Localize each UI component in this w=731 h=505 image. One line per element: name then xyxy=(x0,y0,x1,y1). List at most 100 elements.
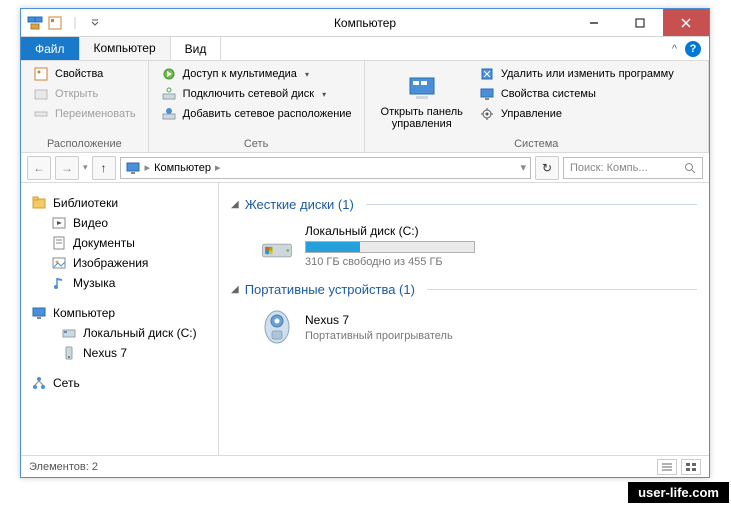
system-properties-button[interactable]: Свойства системы xyxy=(477,85,698,103)
tree-nexus7[interactable]: Nexus 7 xyxy=(27,343,212,363)
manage-label: Управление xyxy=(501,108,562,120)
collapse-ribbon-icon[interactable]: ^ xyxy=(672,43,677,55)
properties-icon[interactable] xyxy=(47,15,63,31)
dropdown-icon: ▾ xyxy=(305,70,309,79)
group-portable-header[interactable]: ◢ Портативные устройства (1) xyxy=(231,282,697,297)
computer-icon xyxy=(125,160,141,176)
view-large-icons-button[interactable] xyxy=(681,459,701,475)
uninstall-label: Удалить или изменить программу xyxy=(501,68,674,80)
control-panel-label-2: управления xyxy=(392,118,452,130)
tree-libraries[interactable]: Библиотеки xyxy=(27,193,212,213)
collapse-icon: ◢ xyxy=(231,284,239,295)
computer-icon xyxy=(27,15,43,31)
tree-music[interactable]: Музыка xyxy=(27,273,212,293)
search-icon xyxy=(684,162,696,174)
quick-access-toolbar xyxy=(21,15,109,31)
ribbon: Свойства Открыть Переименовать Расположе… xyxy=(21,61,709,153)
tab-computer[interactable]: Компьютер xyxy=(80,37,171,60)
status-bar: Элементов: 2 xyxy=(21,455,709,477)
history-dropdown-icon[interactable]: ▾ xyxy=(83,162,88,173)
group-portable-title: Портативные устройства (1) xyxy=(245,282,415,297)
body: Библиотеки Видео Документы Изображения М… xyxy=(21,183,709,455)
chevron-right-icon[interactable]: ▸ xyxy=(215,161,221,174)
drive-icon xyxy=(259,228,295,264)
tree-computer-label: Компьютер xyxy=(53,306,115,320)
help-icon[interactable]: ? xyxy=(685,41,701,57)
watermark: user-life.com xyxy=(628,482,729,503)
drive-capacity-bar xyxy=(305,241,475,253)
ribbon-tabs: Файл Компьютер Вид ^ ? xyxy=(21,37,709,61)
tree-localdisk-label: Локальный диск (C:) xyxy=(83,326,197,340)
tree-documents[interactable]: Документы xyxy=(27,233,212,253)
map-drive-label: Подключить сетевой диск xyxy=(183,88,314,100)
window-controls xyxy=(571,9,709,36)
device-name: Nexus 7 xyxy=(305,313,453,327)
tree-videos-label: Видео xyxy=(73,216,108,230)
view-details-button[interactable] xyxy=(657,459,677,475)
drive-free-text: 310 ГБ свободно из 455 ГБ xyxy=(305,256,475,268)
title-bar: Компьютер xyxy=(21,9,709,37)
open-button[interactable]: Открыть xyxy=(31,85,138,103)
address-dropdown-icon[interactable]: ▾ xyxy=(520,161,526,174)
nav-bar: ← → ▾ ↑ ▸ Компьютер ▸ ▾ ↻ Поиск: Компь..… xyxy=(21,153,709,183)
tree-pictures[interactable]: Изображения xyxy=(27,253,212,273)
rename-button[interactable]: Переименовать xyxy=(31,105,138,123)
tree-localdisk[interactable]: Локальный диск (C:) xyxy=(27,323,212,343)
refresh-button[interactable]: ↻ xyxy=(535,156,559,180)
tree-libraries-label: Библиотеки xyxy=(53,196,118,210)
back-button[interactable]: ← xyxy=(27,156,51,180)
media-access-label: Доступ к мультимедиа xyxy=(183,68,297,80)
collapse-icon: ◢ xyxy=(231,199,239,210)
open-label: Открыть xyxy=(55,88,98,100)
up-button[interactable]: ↑ xyxy=(92,156,116,180)
content-pane: ◢ Жесткие диски (1) Локальный диск (C:) … xyxy=(219,183,709,455)
close-button[interactable] xyxy=(663,9,709,36)
group-hdd-title: Жесткие диски (1) xyxy=(245,197,354,212)
media-access-button[interactable]: Доступ к мультимедиа ▾ xyxy=(159,65,354,83)
ribbon-group-system-label: Система xyxy=(375,136,698,150)
tree-computer[interactable]: Компьютер xyxy=(27,303,212,323)
control-panel-button[interactable]: Открыть панельуправления xyxy=(375,65,469,136)
uninstall-button[interactable]: Удалить или изменить программу xyxy=(477,65,698,83)
explorer-window: Компьютер Файл Компьютер Вид ^ ? xyxy=(20,8,710,478)
ribbon-group-system: Открыть панельуправления Удалить или изм… xyxy=(365,61,709,152)
drive-item[interactable]: Локальный диск (C:) 310 ГБ свободно из 4… xyxy=(231,220,697,276)
dropdown-icon: ▾ xyxy=(322,90,326,99)
system-properties-label: Свойства системы xyxy=(501,88,596,100)
properties-button[interactable]: Свойства xyxy=(31,65,138,83)
tree-nexus7-label: Nexus 7 xyxy=(83,346,127,360)
ribbon-group-network-label: Сеть xyxy=(159,136,354,150)
tree-music-label: Музыка xyxy=(73,276,115,290)
device-item[interactable]: Nexus 7 Портативный проигрыватель xyxy=(231,305,697,353)
maximize-button[interactable] xyxy=(617,9,663,36)
status-item-count: Элементов: 2 xyxy=(29,461,98,473)
tree-documents-label: Документы xyxy=(73,236,135,250)
tree-videos[interactable]: Видео xyxy=(27,213,212,233)
ribbon-group-network: Доступ к мультимедиа ▾ Подключить сетево… xyxy=(149,61,365,152)
ribbon-group-location-label: Расположение xyxy=(31,136,138,150)
manage-button[interactable]: Управление xyxy=(477,105,698,123)
navigation-pane: Библиотеки Видео Документы Изображения М… xyxy=(21,183,219,455)
rename-label: Переименовать xyxy=(55,108,136,120)
forward-button[interactable]: → xyxy=(55,156,79,180)
address-bar[interactable]: ▸ Компьютер ▸ ▾ xyxy=(120,157,531,179)
tab-file[interactable]: Файл xyxy=(21,37,80,60)
search-input[interactable]: Поиск: Компь... xyxy=(563,157,703,179)
separator-icon xyxy=(67,15,83,31)
add-location-label: Добавить сетевое расположение xyxy=(183,108,352,120)
tree-pictures-label: Изображения xyxy=(73,256,148,270)
tab-view[interactable]: Вид xyxy=(171,37,222,60)
qat-dropdown-icon[interactable] xyxy=(87,15,103,31)
group-hdd-header[interactable]: ◢ Жесткие диски (1) xyxy=(231,197,697,212)
minimize-button[interactable] xyxy=(571,9,617,36)
tree-network[interactable]: Сеть xyxy=(27,373,212,393)
chevron-right-icon[interactable]: ▸ xyxy=(145,161,151,174)
ribbon-group-location: Свойства Открыть Переименовать Расположе… xyxy=(21,61,149,152)
properties-label: Свойства xyxy=(55,68,103,80)
address-segment[interactable]: Компьютер xyxy=(154,162,211,174)
add-location-button[interactable]: Добавить сетевое расположение xyxy=(159,105,354,123)
control-panel-label-1: Открыть панель xyxy=(381,106,463,118)
device-sub: Портативный проигрыватель xyxy=(305,330,453,342)
map-drive-button[interactable]: Подключить сетевой диск ▾ xyxy=(159,85,354,103)
portable-device-icon xyxy=(259,309,295,345)
